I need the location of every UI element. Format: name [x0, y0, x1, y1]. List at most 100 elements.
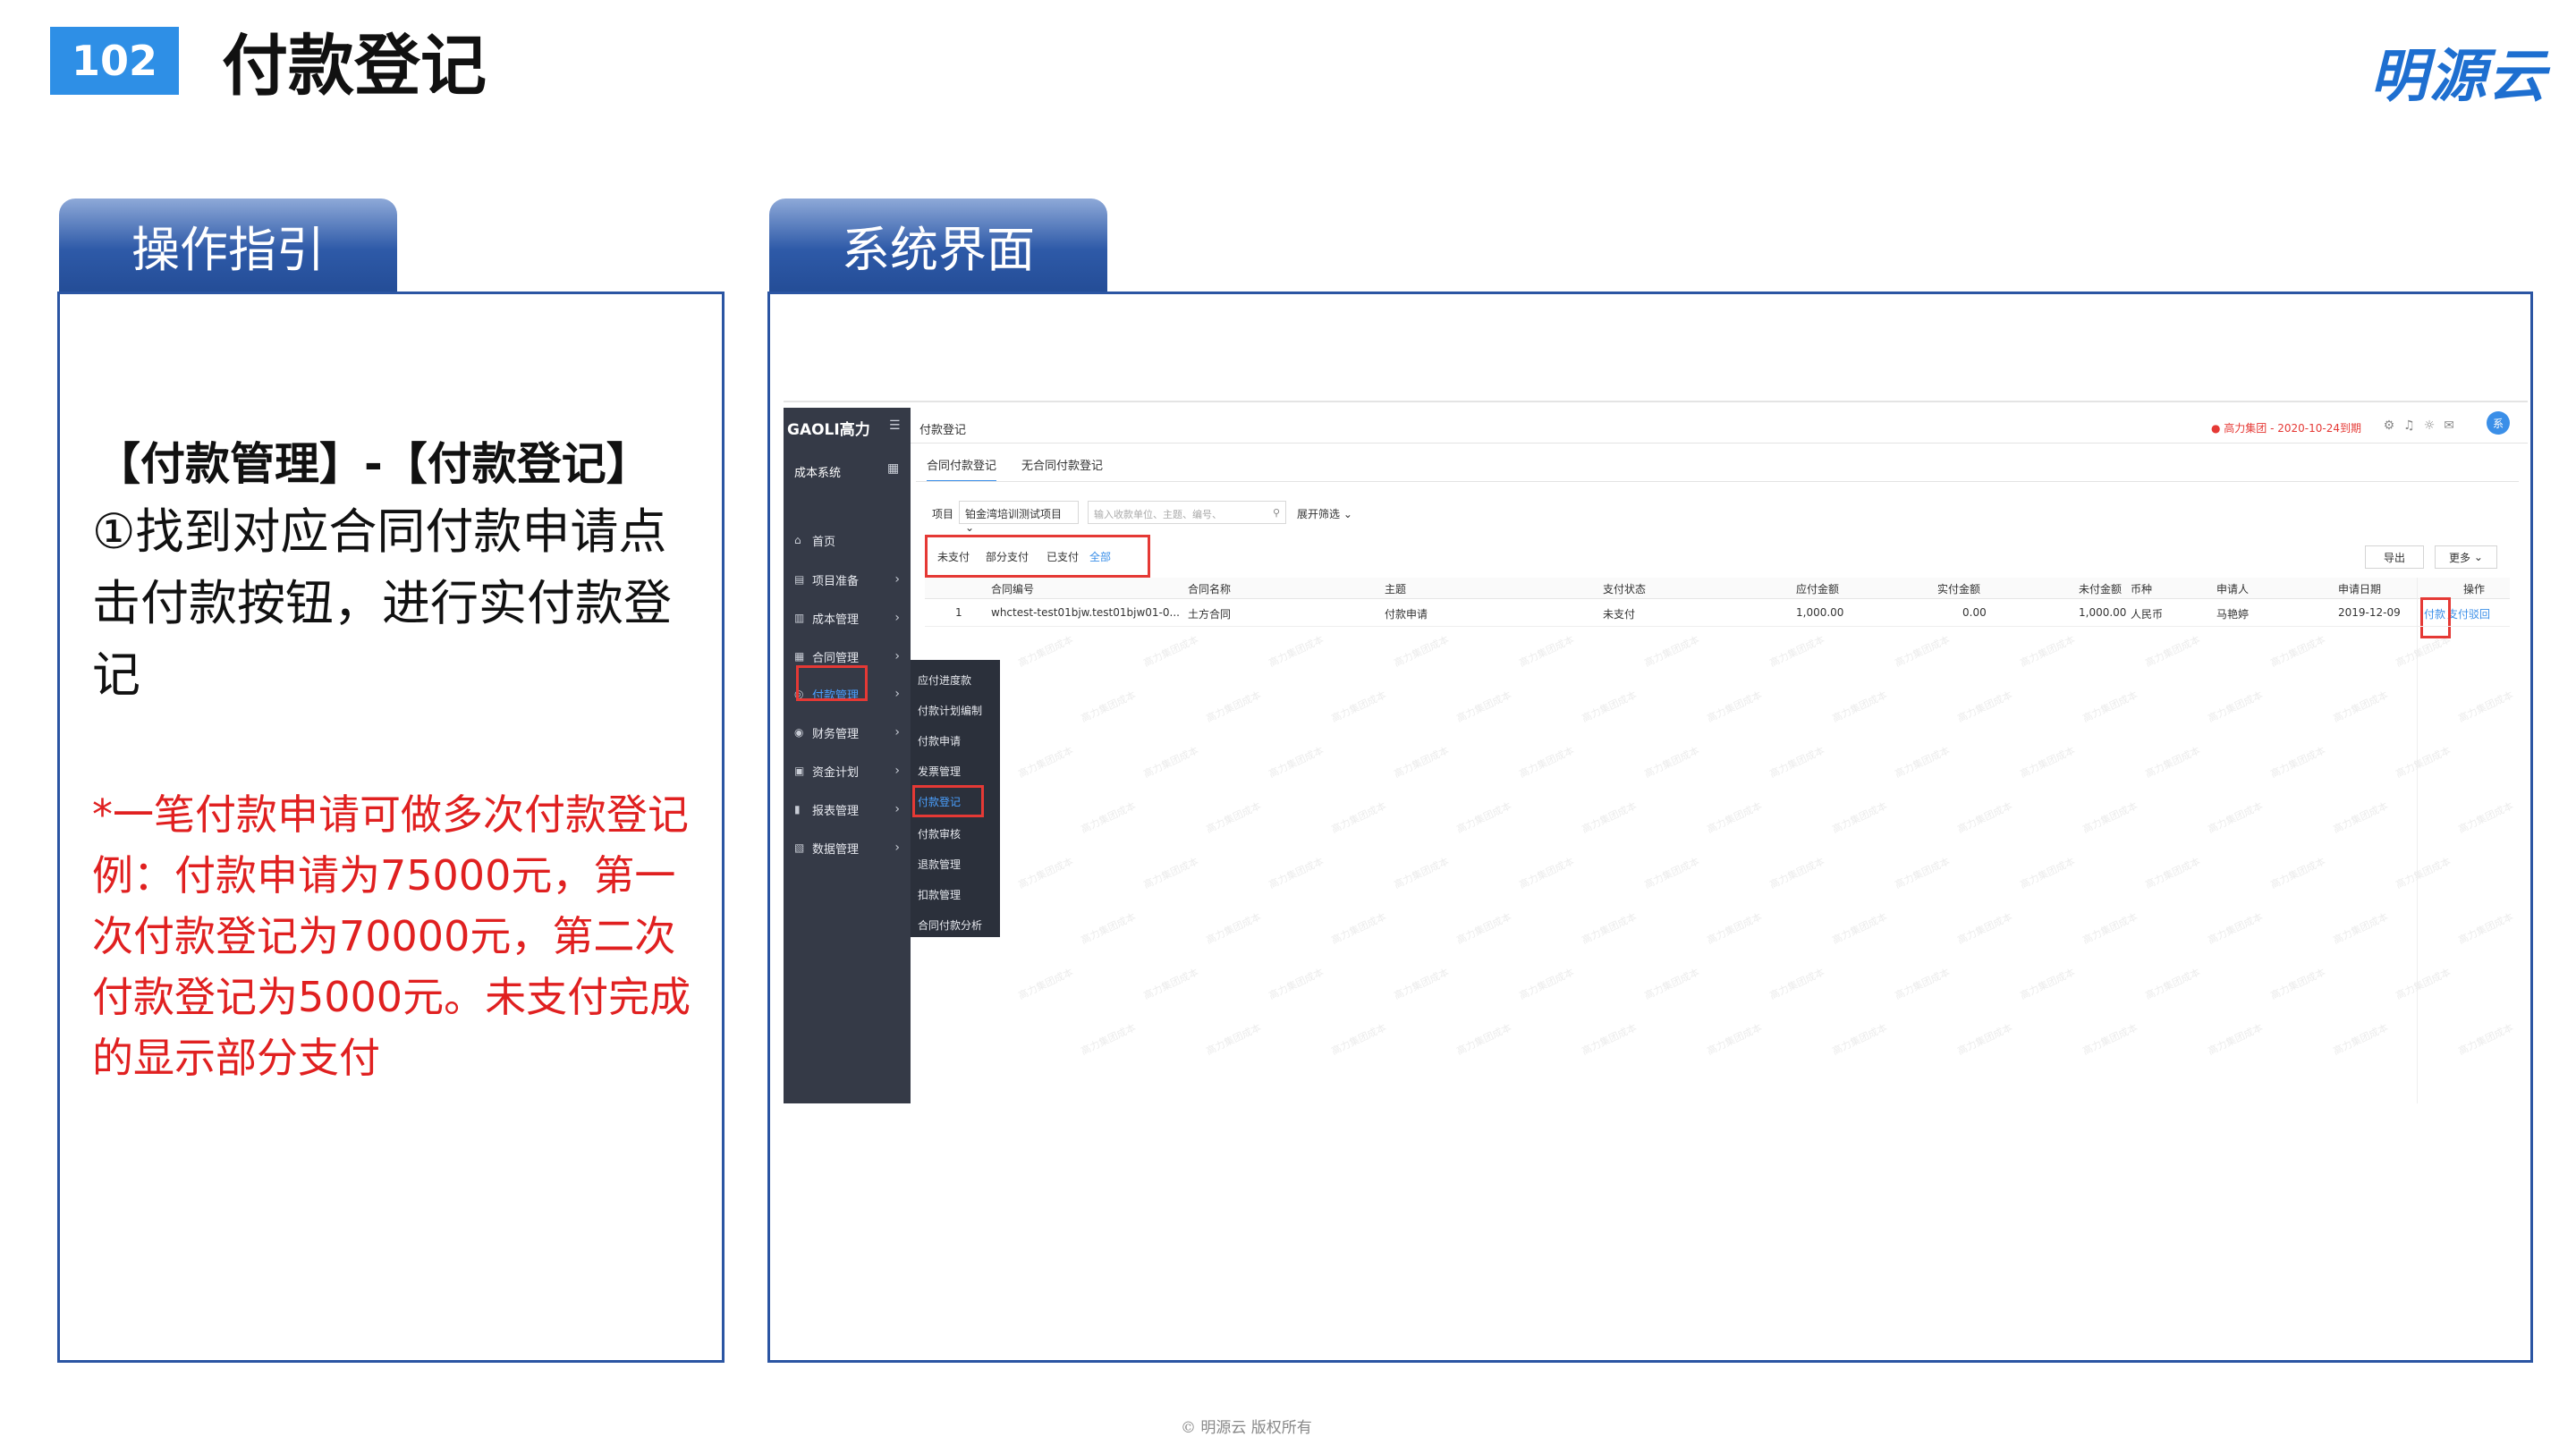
watermark-text: 高力集团成本 — [2018, 855, 2077, 892]
top-bar: 付款登记 ● 高力集团 - 2020-10-24到期 ⚙♫☼✉ 系 — [911, 408, 2528, 444]
system-tab: 系统界面 — [769, 199, 1107, 292]
bell-icon[interactable]: ♫ — [2403, 418, 2424, 433]
watermark-text: 高力集团成本 — [1830, 1021, 1889, 1058]
watermark-text: 高力集团成本 — [1141, 633, 1200, 670]
watermark-text: 高力集团成本 — [1517, 633, 1576, 670]
watermark-text: 高力集团成本 — [1767, 855, 1826, 892]
watermark-text: 高力集团成本 — [1705, 910, 1764, 947]
column-header: 币种 — [2131, 583, 2153, 596]
status-filter-paid[interactable]: 已支付 — [1046, 549, 1079, 564]
submenu-item[interactable]: 应付进度款 — [918, 672, 971, 688]
watermark-text: 高力集团成本 — [1079, 799, 1138, 836]
notification-icon[interactable]: ✉ — [2444, 418, 2463, 433]
submenu-item[interactable]: 付款计划编制 — [918, 703, 982, 718]
data-icon: ▧ — [794, 841, 805, 854]
column-header: 实付金额 — [1937, 583, 1981, 596]
home-icon: ⌂ — [794, 534, 801, 546]
submenu-item[interactable]: 付款审核 — [918, 826, 961, 841]
nav-item-project-prep[interactable]: ▤ 项目准备 › — [784, 562, 911, 597]
watermark-text: 高力集团成本 — [1893, 744, 1952, 781]
chevron-right-icon: › — [894, 572, 900, 587]
row-index: 1 — [955, 606, 962, 619]
submenu-item[interactable]: 退款管理 — [918, 857, 961, 872]
nav-item-finance[interactable]: ◉ 财务管理 › — [784, 714, 911, 750]
pay-action-highlight — [2420, 597, 2451, 638]
more-label: 更多 — [2449, 551, 2471, 564]
watermark-text: 高力集团成本 — [2206, 799, 2265, 836]
guide-tab: 操作指引 — [59, 199, 397, 292]
theme-icon[interactable]: ☼ — [2424, 418, 2445, 433]
guide-heading: 【付款管理】-【付款登记】 — [96, 438, 651, 490]
nav-item-data[interactable]: ▧ 数据管理 › — [784, 830, 911, 866]
search-icon[interactable]: ⚲ — [1273, 507, 1280, 519]
status-filter-partial[interactable]: 部分支付 — [986, 549, 1029, 564]
watermark-text: 高力集团成本 — [1329, 689, 1388, 725]
column-header: 申请日期 — [2338, 583, 2382, 596]
guide-note: *一笔付款申请可做多次付款登记例：付款申请为75000元，第一次付款登记为700… — [92, 790, 691, 1082]
app-screenshot: 高力集团成本 高力集团成本 高力集团成本 高力集团成本 高力集团成本 高力集团成本 高力集团… — [784, 401, 2528, 1103]
grid-icon[interactable]: ▦ — [887, 461, 899, 476]
submenu-item[interactable]: 付款申请 — [918, 733, 961, 748]
watermark-text: 高力集团成本 — [1955, 1021, 2014, 1058]
watermark-text: 高力集团成本 — [2206, 1021, 2265, 1058]
status-filter-unpaid[interactable]: 未支付 — [937, 549, 970, 564]
watermark-text: 高力集团成本 — [1767, 633, 1826, 670]
settings-icon[interactable]: ⚙ — [2384, 418, 2404, 433]
cell-contract-name: 土方合同 — [1188, 608, 1232, 621]
table-header — [925, 578, 2510, 599]
app-logo: GAOLI高力 — [787, 421, 870, 439]
nav-label: 项目准备 — [812, 574, 860, 588]
status-filter-all[interactable]: 全部 — [1089, 549, 1111, 564]
watermark-text: 高力集团成本 — [1830, 689, 1889, 725]
column-header: 支付状态 — [1603, 583, 1647, 596]
search-input[interactable]: 输入收款单位、主题、编号、 ⚲ — [1088, 501, 1286, 524]
watermark-text: 高力集团成本 — [1517, 855, 1576, 892]
watermark-text: 高力集团成本 — [2331, 689, 2390, 725]
watermark-text: 高力集团成本 — [1580, 910, 1639, 947]
watermark-text: 高力集团成本 — [1267, 744, 1326, 781]
guide-step: ①找到对应合同付款申请点击付款按钮，进行实付款登记 — [92, 503, 672, 703]
watermark-text: 高力集团成本 — [1267, 966, 1326, 1002]
submenu-item[interactable]: 合同付款分析 — [918, 917, 982, 933]
watermark-text: 高力集团成本 — [1642, 966, 1701, 1002]
cell-applicant: 马艳婷 — [2216, 608, 2250, 621]
watermark-text: 高力集团成本 — [1705, 1021, 1764, 1058]
watermark-text: 高力集团成本 — [2456, 689, 2515, 725]
watermark-text: 高力集团成本 — [1705, 689, 1764, 725]
reject-action-link[interactable]: 支付驳回 — [2447, 606, 2490, 621]
watermark-text: 高力集团成本 — [2080, 910, 2140, 947]
watermark-text: 高力集团成本 — [1454, 1021, 1513, 1058]
submenu-item[interactable]: 扣款管理 — [918, 887, 961, 902]
system-switch-label[interactable]: 成本系统 — [794, 463, 841, 480]
more-button[interactable]: 更多 ⌄ — [2435, 545, 2497, 569]
nav-item-report[interactable]: ▮ 报表管理 › — [784, 791, 911, 827]
nav-label: 成本管理 — [812, 613, 860, 627]
expand-filter-button[interactable]: 展开筛选 ⌄ — [1297, 506, 1352, 521]
watermark-text: 高力集团成本 — [1767, 744, 1826, 781]
contract-icon: ▦ — [794, 650, 805, 663]
cell-paid: 0.00 — [1962, 606, 1987, 619]
watermark-text: 高力集团成本 — [2143, 633, 2202, 670]
watermark-text: 高力集团成本 — [1893, 855, 1952, 892]
avatar[interactable]: 系 — [2487, 411, 2510, 435]
watermark-text: 高力集团成本 — [1141, 966, 1200, 1002]
chevron-right-icon: › — [894, 649, 900, 663]
nav-item-cost[interactable]: ▥ 成本管理 › — [784, 600, 911, 636]
tab-contract-payment[interactable]: 合同付款登记 — [927, 456, 997, 482]
tab-noncontract-payment[interactable]: 无合同付款登记 — [1021, 456, 1103, 473]
watermark-text: 高力集团成本 — [1141, 744, 1200, 781]
watermark-text: 高力集团成本 — [1454, 799, 1513, 836]
watermark-text: 高力集团成本 — [1267, 633, 1326, 670]
watermark-text: 高力集团成本 — [1141, 855, 1200, 892]
submenu-item[interactable]: 发票管理 — [918, 764, 961, 779]
project-select[interactable]: 铂金湾培训测试项目 ⌄ — [959, 501, 1079, 534]
nav-label: 首页 — [812, 535, 836, 549]
export-button[interactable]: 导出 — [2365, 545, 2424, 569]
nav-item-fund-plan[interactable]: ▣ 资金计划 › — [784, 753, 911, 789]
menu-toggle-icon[interactable]: ☰ — [889, 418, 901, 433]
expand-filter-label: 展开筛选 — [1297, 508, 1341, 520]
row-divider — [925, 626, 2510, 627]
watermark-text: 高力集团成本 — [2206, 689, 2265, 725]
watermark-text: 高力集团成本 — [1392, 966, 1451, 1002]
nav-item-home[interactable]: ⌂ 首页 — [784, 522, 911, 558]
